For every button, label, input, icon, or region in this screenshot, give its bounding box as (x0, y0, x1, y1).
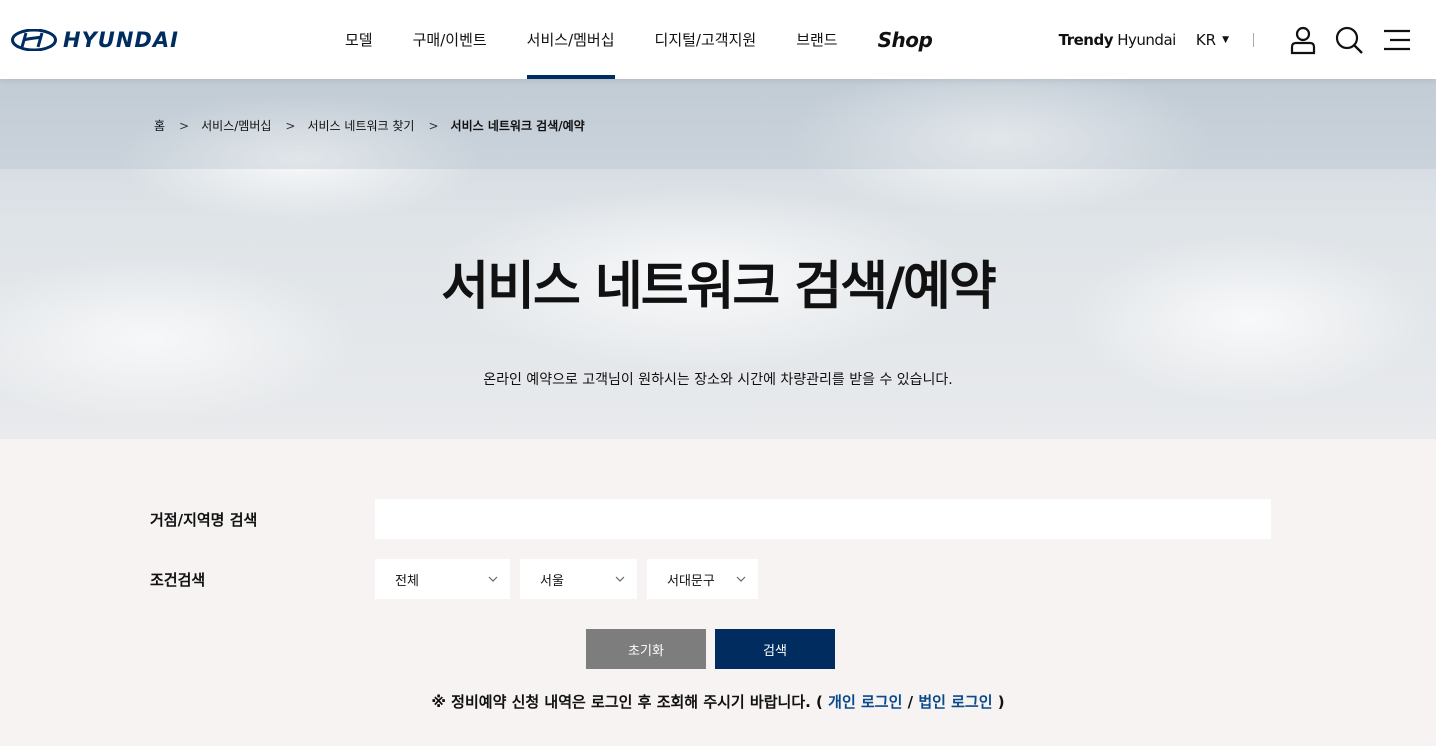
category-select-value: 전체 (395, 573, 419, 589)
city-select-value: 서울 (540, 573, 564, 589)
breadcrumb-home[interactable]: 홈 (154, 117, 165, 134)
search-button[interactable]: 검색 (715, 629, 835, 669)
notice-text: ※ 정비예약 신청 내역은 로그인 후 조회해 주시기 바랍니다. ( (431, 693, 829, 711)
language-selector[interactable]: KR ▼ (1196, 31, 1229, 49)
chevron-right-icon: > (179, 118, 190, 133)
hero-banner: 홈 > 서비스/멤버십 > 서비스 네트워크 찾기 > 서비스 네트워크 검색/… (0, 79, 1436, 439)
nav-item-shop[interactable]: Shop (878, 0, 933, 79)
breadcrumb-find-network[interactable]: 서비스 네트워크 찾기 (307, 117, 414, 134)
nav-item-service-membership[interactable]: 서비스/멤버십 (526, 0, 615, 79)
main-nav: 모델 구매/이벤트 서비스/멤버십 디지털/고객지원 브랜드 Shop (345, 0, 972, 79)
nav-item-models[interactable]: 모델 (345, 0, 373, 79)
login-notice: ※ 정비예약 신청 내역은 로그인 후 조회해 주시기 바랍니다. ( 개인 로… (0, 691, 1436, 712)
corporate-login-link[interactable]: 법인 로그인 (918, 693, 992, 711)
hyundai-logo[interactable]: HYUNDAI (11, 28, 179, 52)
header-divider (1253, 32, 1254, 47)
trendy-hyundai-link[interactable]: Trendy Hyundai (1058, 30, 1177, 49)
chevron-right-icon: > (285, 118, 296, 133)
trendy-bold-text: Trendy (1058, 30, 1114, 49)
condition-label: 조건검색 (150, 571, 206, 589)
site-header: HYUNDAI 모델 구매/이벤트 서비스/멤버십 디지털/고객지원 브랜드 S… (0, 0, 1436, 79)
city-select[interactable]: 서울 (520, 559, 637, 599)
logo-text: HYUNDAI (63, 28, 179, 52)
trendy-rest-text: Hyundai (1112, 30, 1176, 49)
nav-item-digital-support[interactable]: 디지털/고객지원 (655, 0, 757, 79)
district-select-value: 서대문구 (667, 573, 715, 589)
page-subtitle: 온라인 예약으로 고객님이 원하시는 장소와 시간에 차량관리를 받을 수 있습… (483, 372, 953, 388)
user-icon[interactable] (1288, 25, 1318, 55)
hyundai-logo-icon (11, 29, 57, 51)
search-icon[interactable] (1334, 25, 1364, 55)
chevron-right-icon: > (428, 118, 439, 133)
search-label: 거점/지역명 검색 (150, 511, 258, 529)
chevron-down-icon (736, 576, 746, 582)
notice-divider: / (902, 693, 919, 711)
chevron-down-icon (615, 576, 625, 582)
caret-down-icon: ▼ (1222, 34, 1229, 45)
nav-item-brand[interactable]: 브랜드 (796, 0, 837, 79)
reset-button[interactable]: 초기화 (586, 629, 706, 669)
category-select[interactable]: 전체 (375, 559, 510, 599)
district-select[interactable]: 서대문구 (647, 559, 758, 599)
search-input[interactable] (375, 499, 1271, 539)
chevron-down-icon (488, 576, 498, 582)
notice-suffix: ) (992, 693, 1005, 711)
breadcrumb: 홈 > 서비스/멤버십 > 서비스 네트워크 찾기 > 서비스 네트워크 검색/… (154, 117, 585, 134)
language-label: KR (1195, 30, 1217, 49)
page-title: 서비스 네트워크 검색/예약 (441, 257, 996, 317)
header-tools: Trendy Hyundai KR ▼ (1059, 0, 1412, 79)
breadcrumb-service-membership[interactable]: 서비스/멤버십 (201, 117, 271, 134)
nav-item-purchase-events[interactable]: 구매/이벤트 (413, 0, 487, 79)
personal-login-link[interactable]: 개인 로그인 (828, 693, 902, 711)
breadcrumb-current: 서비스 네트워크 검색/예약 (450, 119, 585, 133)
menu-icon[interactable] (1382, 25, 1412, 55)
